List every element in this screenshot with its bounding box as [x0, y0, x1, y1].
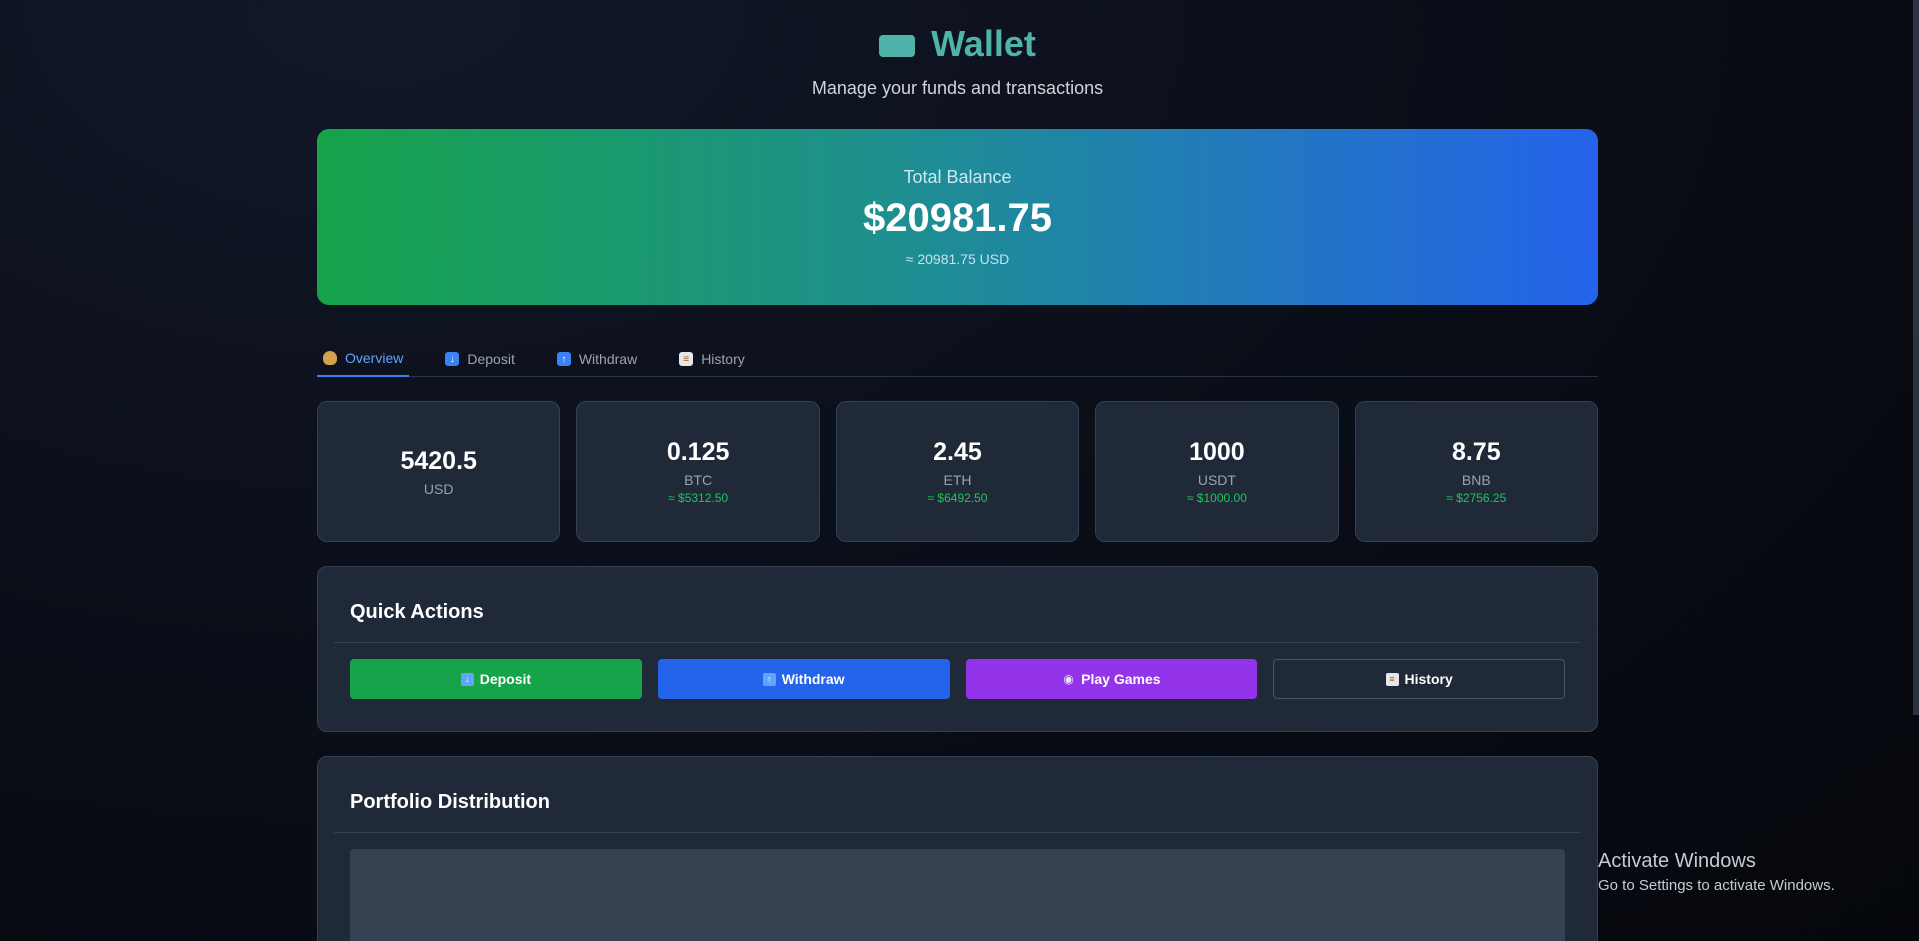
watermark-title: Activate Windows	[1598, 850, 1756, 872]
portfolio-chart-placeholder	[350, 849, 1565, 941]
wallet-tabs: Overview ↓ Deposit ↑ Withdraw ≡ History	[317, 341, 1598, 377]
wallet-page: Wallet Manage your funds and transaction…	[317, 0, 1598, 941]
down-arrow-icon: ↓	[460, 672, 474, 686]
down-arrow-icon: ↓	[445, 352, 460, 366]
tab-withdraw[interactable]: ↑ Withdraw	[551, 341, 643, 377]
gamepad-icon: ◉	[1063, 672, 1074, 686]
page-scrollbar[interactable]	[1913, 0, 1919, 715]
asset-code: BTC	[684, 472, 713, 488]
total-balance-card: Total Balance $20981.75 ≈ 20981.75 USD	[317, 129, 1598, 305]
clipboard-icon: ≡	[679, 352, 694, 366]
asset-amount: 8.75	[1451, 438, 1501, 466]
asset-code: ETH	[943, 472, 972, 488]
tab-label: Deposit	[467, 351, 515, 367]
tab-history[interactable]: ≡ History	[673, 341, 751, 377]
asset-amount: 5420.5	[400, 446, 477, 475]
up-arrow-icon: ↑	[556, 352, 571, 366]
tab-label: Withdraw	[578, 351, 638, 367]
up-arrow-icon: ↑	[762, 672, 776, 686]
asset-card-eth: 2.45 ETH ≈ $6492.50	[835, 401, 1080, 542]
button-label: Deposit	[479, 671, 532, 687]
portfolio-panel: Portfolio Distribution	[317, 756, 1598, 941]
title-row: Wallet	[317, 22, 1598, 66]
asset-card-usd: 5420.5 USD	[317, 401, 561, 542]
asset-code: BNB	[1461, 472, 1491, 488]
quick-actions-buttons: ↓ Deposit ↑ Withdraw ◉ Play Games ≡ Hist…	[318, 643, 1597, 731]
asset-amount: 1000	[1189, 438, 1245, 466]
balance-approx: ≈ 20981.75 USD	[905, 251, 1010, 267]
asset-card-bnb: 8.75 BNB ≈ $2756.25	[1354, 401, 1598, 542]
asset-balances: 5420.5 USD 0.125 BTC ≈ $5312.50 2.45 ETH…	[317, 401, 1598, 542]
asset-code: USD	[423, 480, 454, 497]
watermark-subtitle: Go to Settings to activate Windows.	[1598, 877, 1835, 894]
page-title: Wallet	[931, 23, 1036, 64]
deposit-button[interactable]: ↓ Deposit	[350, 659, 642, 699]
tab-overview[interactable]: Overview	[317, 341, 410, 377]
asset-usd-value: ≈ $5312.50	[668, 491, 729, 505]
tab-label: Overview	[345, 350, 404, 366]
clipboard-icon: ≡	[1385, 672, 1399, 686]
wallet-icon	[879, 35, 916, 57]
asset-amount: 0.125	[666, 438, 730, 466]
asset-amount: 2.45	[933, 438, 982, 466]
tab-label: History	[701, 351, 745, 367]
button-label: Play Games	[1081, 671, 1161, 687]
history-button[interactable]: ≡ History	[1273, 659, 1565, 699]
asset-usd-value: ≈ $2756.25	[1446, 491, 1507, 505]
asset-card-btc: 0.125 BTC ≈ $5312.50	[576, 401, 820, 542]
balance-value: $20981.75	[862, 196, 1053, 240]
windows-activation-watermark: Activate Windows Go to Settings to activ…	[1598, 850, 1835, 894]
quick-actions-title: Quick Actions	[334, 567, 1581, 643]
asset-usd-value: ≈ $1000.00	[1186, 491, 1247, 505]
play-games-button[interactable]: ◉ Play Games	[965, 659, 1258, 699]
withdraw-button[interactable]: ↑ Withdraw	[657, 659, 950, 699]
asset-card-usdt: 1000 USDT ≈ $1000.00	[1095, 401, 1339, 542]
tab-deposit[interactable]: ↓ Deposit	[439, 341, 520, 377]
money-bag-icon	[323, 351, 337, 365]
quick-actions-panel: Quick Actions ↓ Deposit ↑ Withdraw ◉ Pla…	[317, 566, 1598, 732]
asset-usd-value: ≈ $6492.50	[927, 491, 988, 505]
page-subtitle: Manage your funds and transactions	[811, 78, 1104, 98]
page-header: Wallet Manage your funds and transaction…	[317, 0, 1598, 99]
portfolio-title: Portfolio Distribution	[334, 757, 1581, 833]
button-label: Withdraw	[781, 671, 845, 687]
button-label: History	[1404, 671, 1453, 687]
asset-code: USDT	[1197, 472, 1236, 488]
balance-label: Total Balance	[903, 167, 1012, 187]
